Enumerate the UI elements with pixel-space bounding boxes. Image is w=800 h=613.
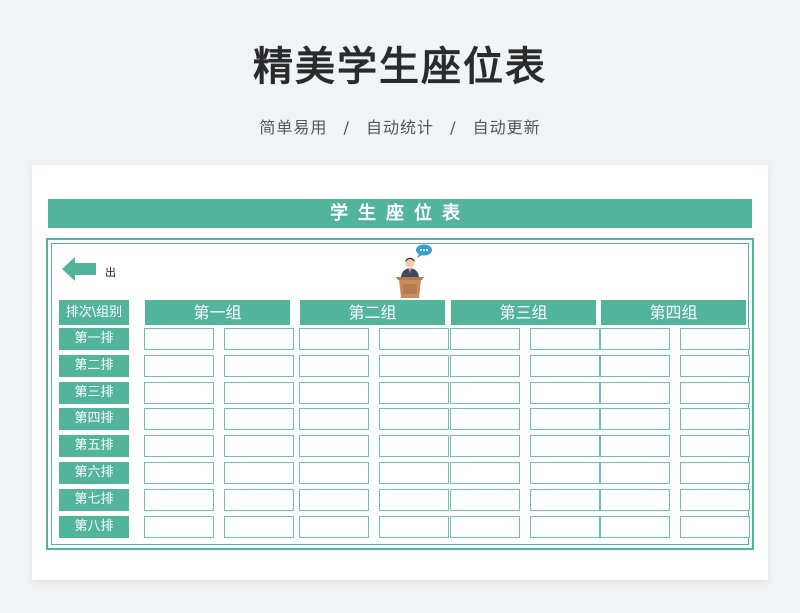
row-header-8: 第八排 [59, 515, 129, 538]
seat-cell[interactable] [680, 435, 750, 458]
seat-cell[interactable] [144, 354, 214, 377]
seat-cell[interactable] [600, 328, 670, 350]
seat-cell[interactable] [299, 462, 369, 484]
seat-cell[interactable] [144, 408, 214, 431]
seat-cell[interactable] [144, 328, 214, 350]
subtitle-part-3: 自动更新 [472, 118, 541, 137]
seat-cell[interactable] [530, 435, 600, 458]
seat-cell[interactable] [450, 381, 520, 404]
page-subtitle: 简单易用 / 自动统计 / 自动更新 [0, 114, 800, 138]
seat-cell[interactable] [600, 408, 670, 431]
arrow-left-icon [62, 257, 96, 281]
seat-cell[interactable] [379, 462, 449, 484]
seat-cell[interactable] [680, 488, 750, 511]
subtitle-part-1: 简单易用 [259, 118, 328, 137]
group-header-1: 第一组 [145, 300, 290, 325]
seat-cell[interactable] [530, 408, 600, 431]
seat-cell[interactable] [680, 462, 750, 484]
seat-cell[interactable] [680, 515, 750, 538]
row-header-1: 第一排 [59, 328, 129, 350]
seat-cell[interactable] [144, 515, 214, 538]
exit-label: 出 [105, 266, 116, 279]
group-header-4: 第四组 [601, 300, 746, 325]
teacher-podium-icon [396, 244, 432, 298]
seat-cell[interactable] [144, 381, 214, 404]
seat-cell[interactable] [450, 408, 520, 431]
seat-cell[interactable] [224, 381, 294, 404]
seat-cell[interactable] [224, 462, 294, 484]
group-header-2: 第二组 [300, 300, 445, 325]
seat-cell[interactable] [224, 328, 294, 350]
seat-cell[interactable] [144, 488, 214, 511]
group-header-3: 第三组 [451, 300, 596, 325]
seat-cell[interactable] [299, 328, 369, 350]
seat-cell[interactable] [530, 462, 600, 484]
seat-cell[interactable] [299, 435, 369, 458]
seat-cell[interactable] [530, 381, 600, 404]
seat-cell[interactable] [379, 488, 449, 511]
seat-cell[interactable] [680, 354, 750, 377]
seat-cell[interactable] [299, 408, 369, 431]
seat-cell[interactable] [144, 462, 214, 484]
seat-cell[interactable] [224, 515, 294, 538]
seat-cell[interactable] [600, 515, 670, 538]
seat-cell[interactable] [450, 515, 520, 538]
row-header-3: 第三排 [59, 381, 129, 404]
seat-cell[interactable] [299, 354, 369, 377]
seat-cell[interactable] [450, 328, 520, 350]
row-header-6: 第六排 [59, 462, 129, 484]
seat-cell[interactable] [379, 408, 449, 431]
sheet-header: 学生座位表 [48, 199, 752, 228]
subtitle-separator-2: / [450, 118, 457, 137]
seat-cell[interactable] [299, 488, 369, 511]
seat-cell[interactable] [600, 462, 670, 484]
row-header-5: 第五排 [59, 435, 129, 458]
seat-cell[interactable] [530, 328, 600, 350]
seat-cell[interactable] [530, 515, 600, 538]
seat-cell[interactable] [680, 408, 750, 431]
seating-sheet-card: 学生座位表 出 排次\组别 第一组 第二组 第三组 第四组第一排第二排第三排第四排第五排… [32, 165, 768, 580]
seat-cell[interactable] [379, 435, 449, 458]
row-header-7: 第七排 [59, 488, 129, 511]
seat-cell[interactable] [530, 488, 600, 511]
seat-cell[interactable] [680, 381, 750, 404]
seat-cell[interactable] [379, 328, 449, 350]
seat-cell[interactable] [144, 435, 214, 458]
seat-cell[interactable] [224, 488, 294, 511]
seat-cell[interactable] [379, 354, 449, 377]
row-header-2: 第二排 [59, 354, 129, 377]
seat-cell[interactable] [600, 381, 670, 404]
subtitle-part-2: 自动统计 [365, 118, 434, 137]
seat-cell[interactable] [379, 515, 449, 538]
seat-cell[interactable] [450, 462, 520, 484]
seat-cell[interactable] [224, 435, 294, 458]
seat-cell[interactable] [600, 488, 670, 511]
subtitle-separator-1: / [343, 118, 350, 137]
corner-header: 排次\组别 [59, 300, 129, 325]
seat-cell[interactable] [450, 488, 520, 511]
seat-cell[interactable] [680, 328, 750, 350]
seat-cell[interactable] [600, 435, 670, 458]
seat-cell[interactable] [224, 408, 294, 431]
seat-cell[interactable] [224, 354, 294, 377]
seat-cell[interactable] [600, 354, 670, 377]
row-header-4: 第四排 [59, 408, 129, 431]
seat-cell[interactable] [450, 435, 520, 458]
seat-cell[interactable] [299, 515, 369, 538]
seat-cell[interactable] [530, 354, 600, 377]
page-title: 精美学生座位表 [253, 44, 547, 90]
seat-cell[interactable] [379, 381, 449, 404]
seat-cell[interactable] [299, 381, 369, 404]
seat-cell[interactable] [450, 354, 520, 377]
